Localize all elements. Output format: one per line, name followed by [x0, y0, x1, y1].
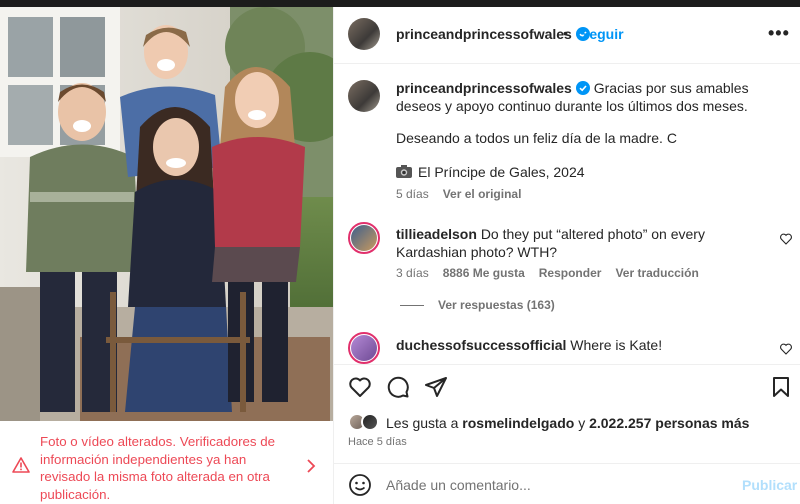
comment-like-icon[interactable] — [780, 343, 792, 355]
comment-username[interactable]: tillieadelson — [396, 226, 477, 242]
warning-triangle-icon — [12, 457, 30, 473]
altered-photo-warning[interactable]: Foto o vídeo alterados. Verificadores de… — [0, 421, 333, 504]
likes-prefix: Les gusta a — [386, 415, 459, 431]
comment: tillieadelson Do they put “altered photo… — [396, 225, 766, 261]
caption-username[interactable]: princeandprincessofwales — [396, 80, 572, 96]
caption-line-2: Deseando a todos un feliz día de la madr… — [396, 130, 677, 146]
post-photo[interactable] — [0, 7, 333, 421]
follow-button[interactable]: Seguir — [580, 26, 624, 42]
post-time: Hace 5 días — [348, 436, 407, 448]
warning-text: Foto o vídeo alterados. Verificadores de… — [40, 434, 276, 502]
caption-meta: 5 días Ver el original — [396, 187, 535, 201]
top-strip — [0, 0, 800, 7]
post-side-panel: princeandprincessofwales • Seguir ••• pr… — [333, 7, 800, 504]
liker-avatars — [348, 413, 382, 433]
caption-age: 5 días — [396, 187, 429, 201]
comment-input[interactable]: Añade un comentario... — [386, 477, 531, 493]
author-username[interactable]: princeandprincessofwales — [396, 26, 572, 42]
commenter-avatar[interactable] — [348, 332, 380, 364]
emoji-icon[interactable] — [348, 473, 372, 497]
heart-icon[interactable] — [348, 375, 372, 399]
publish-button[interactable]: Publicar — [742, 477, 797, 493]
view-replies-label: Ver respuestas (163) — [438, 298, 555, 312]
comment: duchessofsuccessofficial Where is Kate! — [396, 336, 766, 354]
comment-age: 3 días — [396, 266, 429, 280]
post-header: princeandprincessofwales • Seguir ••• — [334, 7, 800, 64]
comment-username[interactable]: duchessofsuccessofficial — [396, 337, 566, 353]
caption-text: princeandprincessofwales Gracias por sus… — [396, 79, 786, 115]
comment-icon[interactable] — [386, 375, 410, 399]
caption-avatar[interactable] — [348, 80, 380, 112]
view-replies-button[interactable]: Ver respuestas (163) — [400, 298, 555, 312]
likes-conj: y — [578, 415, 586, 431]
post-actions — [334, 364, 800, 409]
comment-likes[interactable]: 8886 Me gusta — [443, 266, 525, 280]
comment-meta: 3 días 8886 Me gusta Responder Ver traducci… — [396, 266, 713, 280]
commenter-avatar[interactable] — [348, 222, 380, 254]
header-separator: • — [563, 25, 568, 41]
liker-username[interactable]: rosmelindelgado — [462, 415, 574, 431]
caption-line-3: El Príncipe de Gales, 2024 — [418, 164, 585, 180]
comment-body: Where is Kate! — [570, 337, 663, 353]
translate-button[interactable]: Ver traducción — [615, 266, 698, 280]
comment-composer: Añade un comentario... Publicar — [334, 463, 800, 504]
share-icon[interactable] — [424, 375, 448, 399]
camera-emoji-icon — [396, 165, 412, 178]
family-photo-illustration — [0, 7, 333, 421]
likes-others[interactable]: 2.022.257 personas más — [589, 415, 749, 431]
chevron-right-icon — [307, 459, 316, 473]
see-original-link[interactable]: Ver el original — [443, 187, 522, 201]
author-avatar[interactable] — [348, 18, 380, 50]
reply-button[interactable]: Responder — [539, 266, 602, 280]
bookmark-icon[interactable] — [769, 375, 793, 399]
verified-badge-icon — [575, 81, 590, 95]
more-icon[interactable]: ••• — [768, 23, 790, 44]
comment-like-icon[interactable] — [780, 233, 792, 245]
